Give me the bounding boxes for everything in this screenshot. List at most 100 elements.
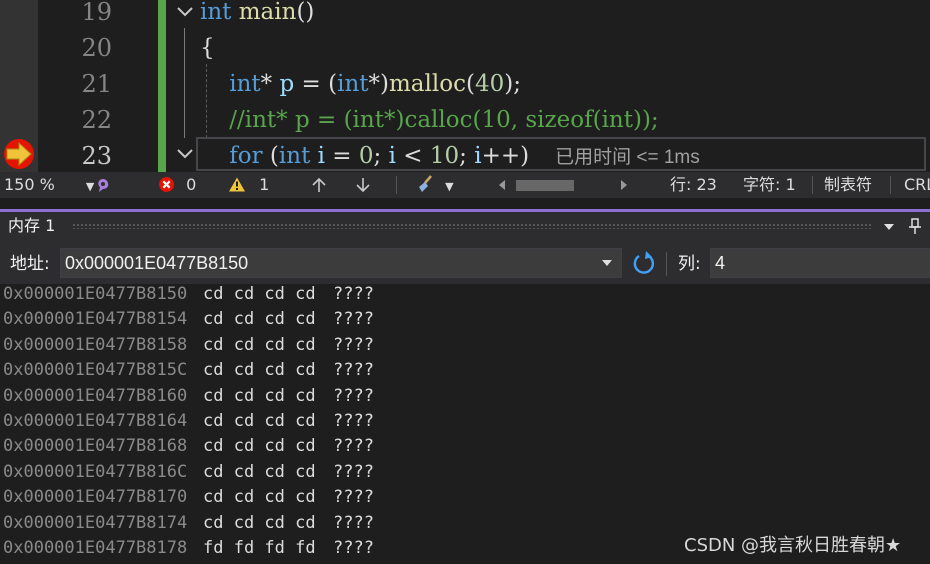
arrow-down-icon[interactable]: [355, 177, 371, 193]
horizontal-scrollbar-thumb[interactable]: [516, 180, 574, 191]
memory-address: 0x000001E0477B8150: [3, 284, 188, 304]
memory-bytes[interactable]: cd cd cd cd: [203, 307, 316, 332]
code-line[interactable]: {: [200, 30, 215, 66]
char-indicator[interactable]: 字符: 1: [743, 172, 796, 198]
memory-bytes[interactable]: cd cd cd cd: [203, 384, 316, 409]
memory-ascii: ????: [333, 436, 374, 457]
line-number: 22: [81, 106, 112, 134]
memory-address: 0x000001E0477B8178: [3, 538, 188, 558]
memory-bytes[interactable]: fd fd fd fd: [203, 536, 316, 561]
tab-mode-indicator[interactable]: 制表符: [824, 172, 872, 198]
divider: [890, 176, 891, 194]
code-editor[interactable]: 19 20 21 22 23 int main(){ int* p = (int*)ma…: [0, 0, 930, 172]
memory-row[interactable]: 0x000001E0477B815C cd cd cd cd????: [3, 358, 603, 383]
code-token: (): [296, 0, 315, 25]
warning-count[interactable]: 1: [228, 172, 269, 198]
code-token: int: [229, 71, 261, 97]
zoom-value: 150 %: [4, 175, 55, 194]
memory-bytes[interactable]: cd cd cd cd: [203, 460, 316, 485]
error-icon: [159, 177, 174, 192]
current-line-highlight: [196, 137, 926, 171]
error-count-value: 0: [186, 175, 197, 194]
zoom-dropdown[interactable]: 150 % ▼: [4, 172, 94, 198]
panel-drag-grip[interactable]: [72, 223, 872, 229]
divider: [812, 176, 813, 194]
memory-ascii: ????: [333, 309, 374, 330]
line-number: 23: [81, 142, 112, 170]
code-token: );: [504, 71, 521, 97]
memory-row[interactable]: 0x000001E0477B816C cd cd cd cd????: [3, 460, 603, 485]
code-token: *: [260, 71, 280, 97]
scroll-left-icon[interactable]: [496, 179, 508, 191]
pin-icon[interactable]: [908, 218, 922, 235]
code-cleanup-button[interactable]: ▼: [416, 172, 454, 198]
code-line[interactable]: int* p = (int*)malloc(40);: [200, 66, 521, 102]
address-combobox[interactable]: [60, 248, 622, 278]
arrow-up-icon[interactable]: [311, 177, 327, 193]
warning-count-value: 1: [259, 175, 270, 194]
memory-ascii: ????: [333, 487, 374, 508]
memory-bytes[interactable]: cd cd cd cd: [203, 333, 316, 358]
fold-chevron-icon[interactable]: [174, 1, 196, 23]
memory-address: 0x000001E0477B8160: [3, 385, 188, 406]
intellicode-icon[interactable]: [94, 177, 112, 195]
watermark: CSDN @我言秋日胜春朝★: [684, 535, 902, 556]
memory-panel-header[interactable]: 内存 1: [0, 212, 930, 240]
memory-bytes[interactable]: cd cd cd cd: [203, 409, 316, 434]
chevron-down-icon[interactable]: [597, 249, 617, 277]
memory-row[interactable]: 0x000001E0477B8164 cd cd cd cd????: [3, 409, 603, 434]
divider: [396, 176, 397, 194]
columns-combobox[interactable]: [710, 248, 930, 278]
memory-bytes[interactable]: cd cd cd cd: [203, 358, 316, 383]
code-line[interactable]: //int* p = (int*)calloc(10, sizeof(int))…: [200, 102, 659, 138]
address-input[interactable]: [61, 249, 595, 277]
fold-chevron-icon[interactable]: [174, 143, 196, 165]
memory-bytes[interactable]: cd cd cd cd: [203, 282, 316, 307]
memory-ascii: ????: [333, 334, 374, 355]
code-token: *): [368, 71, 389, 97]
memory-row[interactable]: 0x000001E0477B8170 cd cd cd cd????: [3, 485, 603, 510]
memory-ascii: ????: [333, 411, 374, 431]
panel-menu-chevron-icon[interactable]: [883, 222, 895, 232]
warning-icon: [229, 177, 245, 192]
memory-row[interactable]: 0x000001E0477B8158 cd cd cd cd????: [3, 333, 603, 358]
memory-address: 0x000001E0477B8168: [3, 436, 188, 457]
scroll-right-icon[interactable]: [618, 179, 630, 191]
memory-grid[interactable]: 0x000001E0477B8150 cd cd cd cd???? 0x00000…: [0, 284, 930, 564]
columns-label: 列:: [678, 254, 701, 274]
refresh-icon[interactable]: [630, 248, 658, 278]
code-token: int: [337, 71, 369, 97]
broom-icon: [419, 175, 432, 192]
memory-address: 0x000001E0477B8174: [3, 512, 188, 533]
memory-bytes[interactable]: cd cd cd cd: [203, 434, 316, 459]
code-line[interactable]: int main(): [200, 0, 314, 30]
memory-row[interactable]: 0x000001E0477B8168 cd cd cd cd????: [3, 434, 603, 459]
code-token: 40: [474, 71, 505, 97]
memory-ascii: ????: [333, 461, 374, 482]
memory-toolbar: 地址: 列:: [0, 240, 930, 284]
memory-row[interactable]: 0x000001E0477B8150 cd cd cd cd????: [3, 282, 603, 307]
error-count[interactable]: 0: [158, 172, 196, 198]
memory-row[interactable]: 0x000001E0477B8160 cd cd cd cd????: [3, 384, 603, 409]
code-token: //int* p = (int*)calloc(10, sizeof(int))…: [229, 107, 659, 133]
line-number: 21: [81, 70, 112, 98]
divider: [666, 252, 667, 276]
line-indicator[interactable]: 行: 23: [670, 172, 717, 198]
memory-row[interactable]: 0x000001E0477B8178 fd fd fd fd????: [3, 536, 603, 561]
line-ending-indicator[interactable]: CRL: [904, 172, 930, 198]
memory-address: 0x000001E0477B8164: [3, 411, 188, 431]
memory-ascii: ????: [333, 360, 374, 381]
memory-bytes[interactable]: cd cd cd cd: [203, 485, 316, 510]
code-token: = (: [294, 71, 338, 97]
columns-input[interactable]: [711, 249, 915, 277]
memory-row[interactable]: 0x000001E0477B8154 cd cd cd cd????: [3, 307, 603, 332]
memory-row[interactable]: 0x000001E0477B8174 cd cd cd cd????: [3, 511, 603, 536]
current-statement-arrow-icon[interactable]: [2, 138, 36, 170]
code-token: malloc: [389, 71, 466, 97]
memory-ascii: ????: [333, 512, 374, 533]
memory-bytes[interactable]: cd cd cd cd: [203, 511, 316, 536]
panel-title: 内存 1: [8, 216, 56, 235]
